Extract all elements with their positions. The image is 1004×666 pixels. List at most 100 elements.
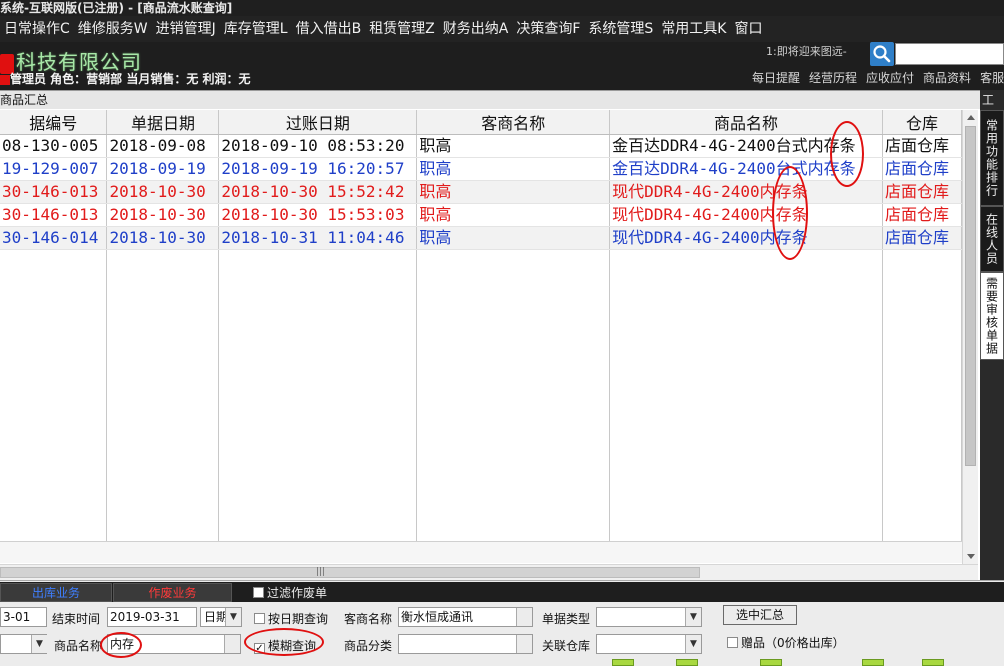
table-row[interactable]: 30-146-013 2018-10-30 2018-10-30 15:53:0… bbox=[0, 203, 962, 227]
quick-links: 每日提醒 经营历程 应收应付 商品资料 客服 bbox=[752, 69, 1004, 86]
col-warehouse[interactable]: 仓库 bbox=[882, 110, 962, 135]
panel-title: 商品汇总 bbox=[0, 91, 980, 109]
table-row[interactable]: 30-146-014 2018-10-30 2018-10-31 11:04:4… bbox=[0, 226, 962, 250]
col-client[interactable]: 客商名称 bbox=[416, 110, 611, 135]
cell-warehouse: 店面仓库 bbox=[882, 157, 962, 181]
link-receivables[interactable]: 应收应付 bbox=[866, 69, 914, 86]
cell-client: 职高 bbox=[416, 157, 611, 181]
start-date-field[interactable]: 3-01 bbox=[0, 607, 47, 627]
by-date-checkbox[interactable]: 按日期查询 bbox=[254, 610, 328, 627]
checkbox-icon bbox=[253, 587, 264, 598]
menu-daily[interactable]: 日常操作C bbox=[0, 16, 74, 42]
chevron-down-icon[interactable]: ▼ bbox=[685, 608, 701, 626]
link-daily-reminder[interactable]: 每日提醒 bbox=[752, 69, 800, 86]
cell-doc-no: 30-146-013 bbox=[0, 180, 108, 204]
cell-doc-date: 2018-09-08 bbox=[106, 134, 220, 158]
search-hint: 1:即将迎来图远- bbox=[766, 45, 847, 58]
bottom-action-button[interactable] bbox=[922, 659, 944, 666]
col-doc-date[interactable]: 单据日期 bbox=[106, 110, 220, 135]
bottom-action-button[interactable] bbox=[862, 659, 884, 666]
cell-warehouse: 店面仓库 bbox=[882, 134, 962, 158]
chevron-down-icon[interactable]: ▼ bbox=[225, 608, 241, 626]
chevron-down-icon[interactable]: ▼ bbox=[31, 635, 47, 653]
category-picker-icon[interactable] bbox=[516, 635, 532, 653]
horizontal-scroll-thumb[interactable] bbox=[0, 567, 700, 578]
checkbox-icon bbox=[727, 637, 738, 648]
company-name: 科技有限公司 bbox=[0, 46, 142, 74]
category-field[interactable] bbox=[398, 634, 533, 654]
search-button[interactable] bbox=[870, 42, 894, 66]
window-title: 系统-互联网版(已注册) - [商品流水账查询] bbox=[0, 1, 233, 15]
scroll-down-icon[interactable] bbox=[963, 548, 979, 564]
table-row[interactable]: 08-130-005 2018-09-08 2018-09-10 08:53:2… bbox=[0, 134, 962, 158]
end-date-label: 结束时间 bbox=[52, 612, 101, 626]
menu-repair[interactable]: 维修服务W bbox=[74, 16, 152, 42]
cell-client: 职高 bbox=[416, 180, 611, 204]
search-input[interactable] bbox=[895, 43, 1004, 65]
bottom-action-button[interactable] bbox=[676, 659, 698, 666]
col-post-date[interactable]: 过账日期 bbox=[218, 110, 418, 135]
grip-icon: ||| bbox=[316, 567, 326, 577]
client-picker-icon[interactable] bbox=[516, 608, 532, 626]
chevron-down-icon[interactable]: ▼ bbox=[685, 635, 701, 653]
vertical-scrollbar[interactable] bbox=[962, 110, 978, 564]
warehouse-label: 关联仓库 bbox=[542, 639, 591, 653]
cell-doc-no: 30-146-014 bbox=[0, 226, 108, 250]
menu-purchase-sales[interactable]: 进销管理J bbox=[152, 16, 220, 42]
summary-button[interactable]: 选中汇总 bbox=[723, 605, 797, 625]
horizontal-scrollbar[interactable]: ||| bbox=[0, 564, 978, 580]
cell-post-date: 2018-10-31 11:04:46 bbox=[218, 226, 418, 250]
category-label: 商品分类 bbox=[344, 639, 393, 653]
ledger-table-container: 据编号 单据日期 过账日期 客商名称 商品名称 仓库 08-130-005 20… bbox=[0, 110, 962, 564]
tab-pending-review[interactable]: 需要审核单据 bbox=[980, 272, 1004, 360]
cell-doc-no: 08-130-005 bbox=[0, 134, 108, 158]
product-name-label: 商品名称 bbox=[54, 639, 103, 653]
menu-borrow[interactable]: 借入借出B bbox=[292, 16, 366, 42]
menu-window[interactable]: 窗口 bbox=[731, 16, 767, 42]
scroll-up-icon[interactable] bbox=[963, 110, 979, 126]
cell-doc-no: 30-146-013 bbox=[0, 203, 108, 227]
menu-inventory[interactable]: 库存管理L bbox=[220, 16, 292, 42]
end-date-field[interactable]: 2019-03-31 bbox=[107, 607, 197, 627]
tab-void[interactable]: 作废业务 bbox=[113, 583, 232, 602]
tab-online-users[interactable]: 在线人员 bbox=[980, 206, 1004, 272]
client-label: 客商名称 bbox=[344, 612, 393, 626]
ledger-table: 据编号 单据日期 过账日期 客商名称 商品名称 仓库 08-130-005 20… bbox=[0, 110, 962, 558]
product-picker-icon[interactable] bbox=[224, 635, 240, 653]
client-field[interactable]: 衡水恒成通讯 bbox=[398, 607, 533, 627]
table-row[interactable]: 19-129-007 2018-09-19 2018-09-19 16:20:5… bbox=[0, 157, 962, 181]
vertical-scroll-thumb[interactable] bbox=[965, 126, 976, 466]
filter-void-checkbox[interactable]: 过滤作废单 bbox=[253, 584, 327, 601]
table-summary-row bbox=[0, 541, 962, 563]
annotation-circle bbox=[830, 121, 864, 187]
cell-doc-date: 2018-10-30 bbox=[106, 203, 220, 227]
col-doc-no[interactable]: 据编号 bbox=[0, 110, 108, 135]
tab-outbound[interactable]: 出库业务 bbox=[0, 583, 112, 602]
menu-finance[interactable]: 财务出纳A bbox=[439, 16, 513, 42]
window-title-bar: 系统-互联网版(已注册) - [商品流水账查询] bbox=[0, 0, 1004, 16]
cell-doc-no: 19-129-007 bbox=[0, 157, 108, 181]
menu-bar: 日常操作C 维修服务W 进销管理J 库存管理L 借入借出B 租赁管理Z 财务出纳… bbox=[0, 16, 1004, 42]
table-filler-row bbox=[0, 249, 962, 558]
table-row[interactable]: 30-146-013 2018-10-30 2018-10-30 15:52:4… bbox=[0, 180, 962, 204]
link-business-history[interactable]: 经营历程 bbox=[809, 69, 857, 86]
menu-lease[interactable]: 租赁管理Z bbox=[365, 16, 439, 42]
cell-doc-date: 2018-10-30 bbox=[106, 226, 220, 250]
link-product-data[interactable]: 商品资料 bbox=[923, 69, 971, 86]
doc-type-label: 单据类型 bbox=[542, 612, 591, 626]
ledger-rows: 08-130-005 2018-09-08 2018-09-10 08:53:2… bbox=[0, 134, 962, 558]
cell-post-date: 2018-09-10 08:53:20 bbox=[218, 134, 418, 158]
link-customer-service[interactable]: 客服 bbox=[980, 69, 1004, 86]
tools-tab[interactable]: 工具 bbox=[982, 91, 1004, 124]
cell-product: 现代DDR4-4G-2400内存条 bbox=[609, 226, 883, 250]
menu-tools[interactable]: 常用工具K bbox=[657, 16, 730, 42]
cell-warehouse: 店面仓库 bbox=[882, 180, 962, 204]
menu-decision[interactable]: 决策查询F bbox=[512, 16, 584, 42]
tab-common-functions[interactable]: 常用功能排行 bbox=[980, 110, 1004, 206]
bottom-action-button[interactable] bbox=[760, 659, 782, 666]
gift-checkbox[interactable]: 赠品（0价格出库） bbox=[727, 634, 845, 651]
bottom-action-button[interactable] bbox=[612, 659, 634, 666]
cell-client: 职高 bbox=[416, 226, 611, 250]
menu-system[interactable]: 系统管理S bbox=[584, 16, 657, 42]
bottom-button-strip bbox=[0, 658, 1004, 666]
